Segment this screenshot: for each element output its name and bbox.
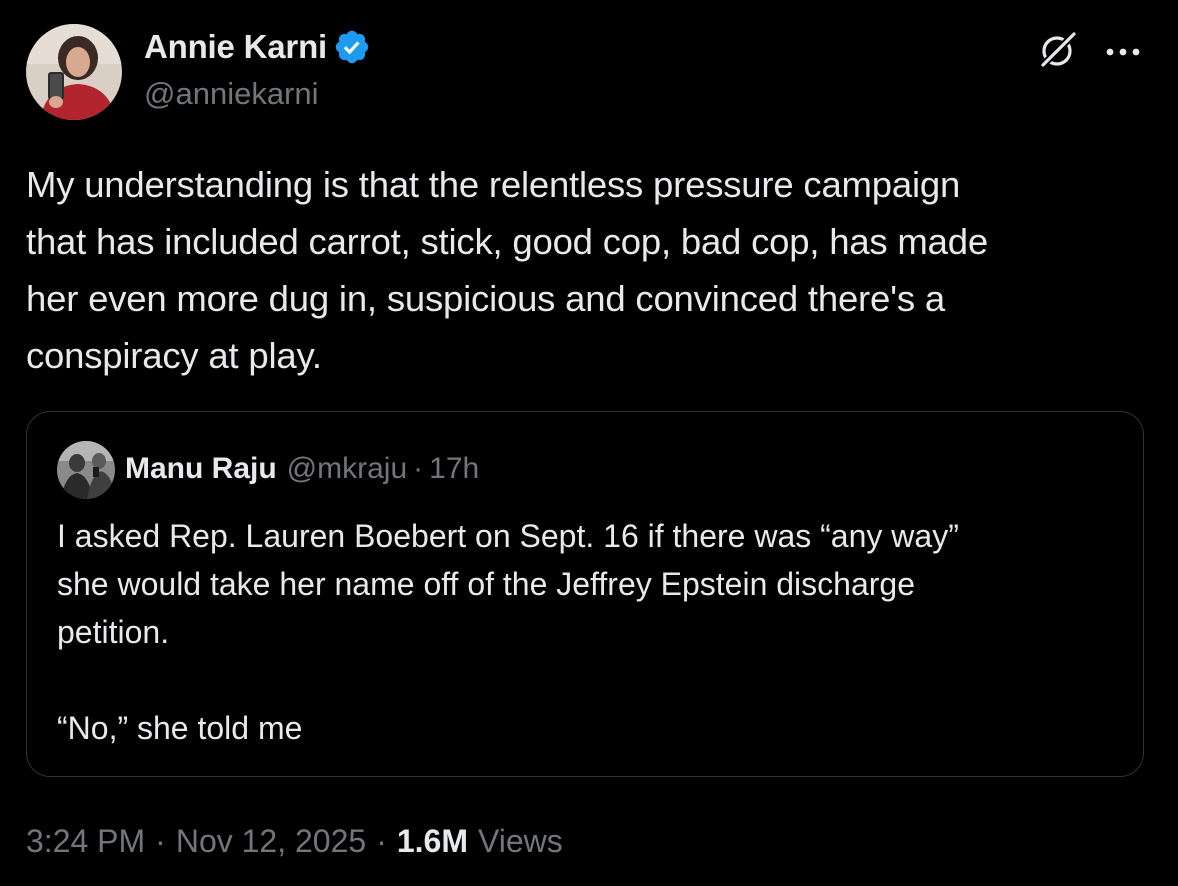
tweet-date[interactable]: Nov 12, 2025	[176, 823, 366, 860]
verified-badge-icon[interactable]	[333, 28, 371, 66]
tweet-time[interactable]: 3:24 PM	[26, 823, 145, 860]
meta-separator: ·	[376, 823, 387, 859]
author-avatar[interactable]	[26, 24, 122, 120]
more-options-icon[interactable]	[1104, 44, 1144, 56]
grok-icon[interactable]	[1036, 30, 1080, 70]
quoted-text: I asked Rep. Lauren Boebert on Sept. 16 …	[57, 518, 959, 746]
quoted-tweet[interactable]: Manu Raju @mkraju · 17h I asked Rep. Lau…	[26, 411, 1144, 777]
author-name[interactable]: Annie Karni	[144, 28, 327, 66]
meta-separator: ·	[155, 823, 166, 859]
views-count[interactable]: 1.6M	[397, 823, 468, 860]
quoted-author-avatar[interactable]	[57, 441, 115, 499]
quoted-header: Manu Raju @mkraju · 17h	[125, 452, 479, 486]
author-handle[interactable]: @anniekarni	[144, 76, 371, 112]
author-info: Annie Karni @anniekarni	[144, 26, 371, 112]
quoted-author-name[interactable]: Manu Raju	[125, 452, 277, 486]
tweet-text: My understanding is that the relentless …	[26, 164, 988, 376]
avatar-image	[26, 24, 122, 120]
quoted-avatar-image	[57, 441, 115, 499]
quoted-author-handle[interactable]: @mkraju	[287, 452, 407, 486]
views-label[interactable]: Views	[478, 823, 563, 860]
quoted-separator: ·	[413, 452, 424, 485]
quoted-timestamp[interactable]: 17h	[429, 452, 479, 486]
tweet-meta: 3:24 PM · Nov 12, 2025 · 1.6M Views	[26, 823, 563, 860]
author-name-row: Annie Karni	[144, 26, 371, 68]
tweet: Annie Karni @anniekarni My understanding…	[0, 0, 1178, 886]
